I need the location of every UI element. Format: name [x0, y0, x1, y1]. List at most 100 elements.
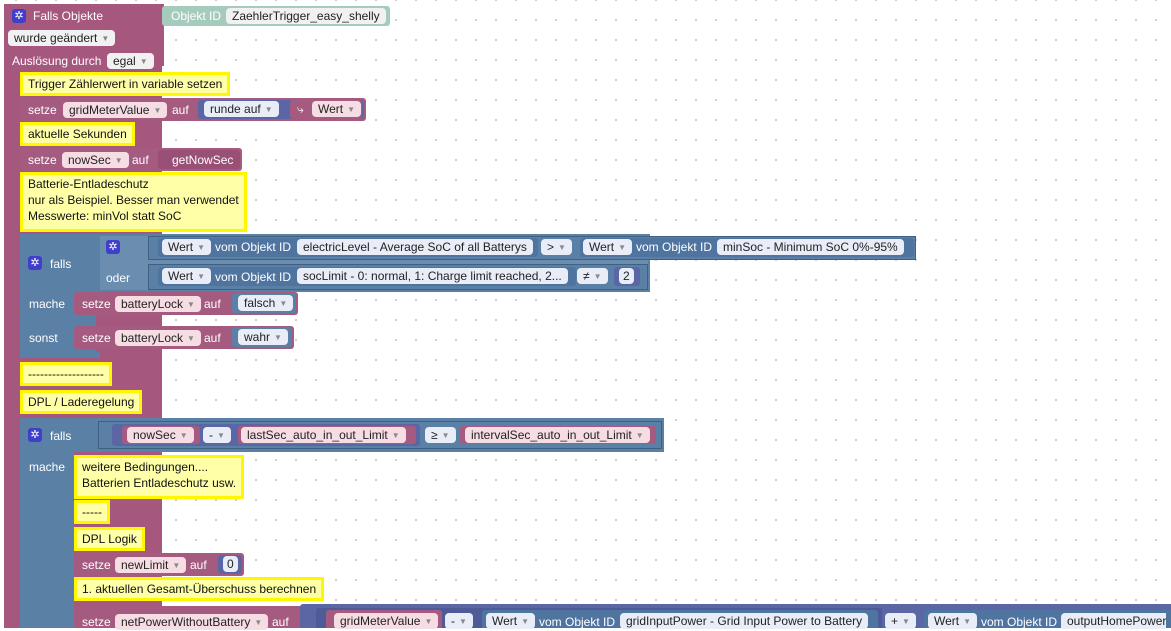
operator-neq[interactable]: ≠ ▼ — [577, 268, 608, 284]
comment-surplus[interactable]: 1. aktuellen Gesamt-Überschuss berechnen — [74, 577, 325, 601]
comment-dpl[interactable]: DPL / Laderegelung — [20, 390, 143, 414]
comment-dpl-logik[interactable]: DPL Logik — [74, 527, 145, 551]
dropdown-arrow-icon: ▼ — [254, 618, 263, 627]
wert-dropdown[interactable]: Wert ▼ — [928, 613, 978, 629]
sonst-label: sonst — [29, 331, 58, 345]
oder-label: oder — [106, 271, 131, 285]
object-minsoc[interactable]: minSoc - Minimum SoC 0%-95% — [717, 239, 904, 255]
number-two[interactable]: 2 — [619, 268, 634, 284]
wert-dropdown[interactable]: Wert ▼ — [486, 613, 536, 629]
trigger-title: Falls Objekte — [33, 9, 104, 23]
objekt-id-field[interactable]: ZaehlerTrigger_easy_shelly — [226, 8, 386, 24]
wert-dropdown[interactable]: Wert ▼ — [162, 239, 212, 255]
setze-label: setze — [82, 331, 111, 345]
dropdown-arrow-icon: ▼ — [963, 617, 972, 626]
dropdown-arrow-icon: ▼ — [441, 431, 450, 440]
getnowsec-label: getNowSec — [172, 153, 234, 167]
return-arrow-icon: ⤷ — [297, 102, 304, 116]
auf-label: auf — [190, 558, 207, 572]
vom-objekt-id-label: vom Objekt ID — [981, 615, 1058, 629]
operator-minus[interactable]: - ▼ — [203, 427, 231, 443]
comment-divider[interactable]: ------------------- — [20, 362, 112, 386]
comment-seconds[interactable]: aktuelle Sekunden — [20, 122, 135, 146]
dropdown-arrow-icon: ▼ — [187, 334, 195, 343]
dropdown-arrow-icon: ▼ — [139, 57, 148, 66]
wert-dropdown[interactable]: Wert ▼ — [162, 268, 212, 284]
object-soclimit[interactable]: socLimit - 0: normal, 1: Charge limit re… — [297, 268, 568, 284]
dropdown-arrow-icon: ▼ — [274, 333, 282, 342]
object-outputhome[interactable]: outputHomePower — [1061, 613, 1167, 629]
dropdown-arrow-icon: ▼ — [635, 431, 644, 440]
objekt-id-label: Objekt ID — [171, 9, 222, 23]
vom-objekt-id-label: vom Objekt ID — [215, 270, 292, 284]
dropdown-arrow-icon: ▼ — [618, 243, 627, 252]
var-gridmetervalue[interactable]: gridMeterValue ▼ — [63, 102, 168, 118]
dropdown-arrow-icon: ▼ — [902, 617, 910, 626]
auf-label: auf — [272, 615, 289, 629]
operator-plus[interactable]: + ▼ — [885, 613, 916, 629]
setze-label: setze — [82, 615, 111, 629]
comment-battery[interactable]: Batterie-Entladeschutz nur als Beispiel.… — [20, 172, 247, 232]
dropdown-arrow-icon: ▼ — [179, 431, 188, 440]
if-else-bottom — [20, 352, 100, 358]
var-nowsec[interactable]: nowSec ▼ — [127, 427, 194, 443]
comment-trigger[interactable]: Trigger Zählerwert in variable setzen — [20, 72, 231, 96]
setze-label: setze — [82, 558, 111, 572]
bool-falsch[interactable]: falsch ▼ — [238, 295, 294, 311]
runde-auf-dropdown[interactable]: runde auf ▼ — [204, 101, 279, 117]
var-lastsec[interactable]: lastSec_auto_in_out_Limit ▼ — [241, 427, 406, 443]
dropdown-arrow-icon: ▼ — [424, 617, 433, 626]
auf-label: auf — [204, 331, 221, 345]
setze-label: setze — [28, 103, 57, 117]
dropdown-arrow-icon: ▼ — [264, 105, 273, 114]
wurde-geaendert-dropdown[interactable]: wurde geändert ▼ — [8, 30, 116, 46]
comment-conditions[interactable]: weitere Bedingungen.... Batterien Entlad… — [74, 455, 245, 499]
dropdown-arrow-icon: ▼ — [187, 300, 195, 309]
dropdown-arrow-icon: ▼ — [172, 561, 181, 570]
var-intervalsec[interactable]: intervalSec_auto_in_out_Limit ▼ — [465, 427, 650, 443]
dropdown-arrow-icon: ▼ — [217, 431, 225, 440]
dropdown-arrow-icon: ▼ — [521, 617, 530, 626]
wert-dropdown[interactable]: Wert ▼ — [312, 101, 362, 117]
gear-icon[interactable]: ✲ — [28, 256, 42, 270]
var-batterylock[interactable]: batteryLock ▼ — [115, 296, 201, 312]
number-zero[interactable]: 0 — [223, 556, 238, 572]
auf-label: auf — [132, 153, 149, 167]
bool-wahr[interactable]: wahr ▼ — [238, 329, 288, 345]
dropdown-arrow-icon: ▼ — [558, 243, 566, 252]
setze-label: setze — [28, 153, 57, 167]
falls-label: falls — [50, 429, 72, 443]
wert-dropdown[interactable]: Wert ▼ — [583, 239, 633, 255]
var-gridmetervalue[interactable]: gridMeterValue ▼ — [334, 613, 439, 629]
object-gridinput[interactable]: gridInputPower - Grid Input Power to Bat… — [620, 613, 869, 629]
dropdown-arrow-icon: ▼ — [459, 617, 467, 626]
var-nowsec[interactable]: nowSec ▼ — [62, 152, 129, 168]
gear-icon[interactable]: ✲ — [28, 428, 42, 442]
dropdown-arrow-icon: ▼ — [279, 299, 288, 308]
auf-label: auf — [172, 103, 189, 117]
auf-label: auf — [204, 297, 221, 311]
vom-objekt-id-label: vom Objekt ID — [539, 615, 616, 629]
mache-label: mache — [29, 297, 66, 311]
gear-icon[interactable]: ✲ — [12, 9, 26, 23]
object-electriclevel[interactable]: electricLevel - Average SoC of all Batte… — [297, 239, 533, 255]
falls-label: falls — [50, 257, 72, 271]
dropdown-arrow-icon: ▼ — [391, 431, 400, 440]
comment-dashes[interactable]: ----- — [74, 500, 110, 524]
dropdown-arrow-icon: ▼ — [197, 272, 206, 281]
operator-gt[interactable]: > ▼ — [541, 239, 572, 255]
var-batterylock[interactable]: batteryLock ▼ — [115, 330, 201, 346]
vom-objekt-id-label: vom Objekt ID — [636, 240, 713, 254]
dropdown-arrow-icon: ▼ — [114, 156, 123, 165]
setze-label: setze — [82, 297, 111, 311]
dropdown-arrow-icon: ▼ — [153, 106, 162, 115]
dropdown-arrow-icon: ▼ — [593, 272, 602, 281]
dropdown-arrow-icon: ▼ — [197, 243, 206, 252]
gear-icon[interactable]: ✲ — [106, 240, 120, 254]
vom-objekt-id-label: vom Objekt ID — [215, 240, 292, 254]
dropdown-arrow-icon: ▼ — [101, 34, 110, 43]
operator-minus[interactable]: - ▼ — [445, 613, 473, 629]
var-newlimit[interactable]: newLimit ▼ — [115, 557, 187, 573]
dropdown-arrow-icon: ▼ — [347, 105, 356, 114]
operator-gte[interactable]: ≥ ▼ — [425, 427, 456, 443]
